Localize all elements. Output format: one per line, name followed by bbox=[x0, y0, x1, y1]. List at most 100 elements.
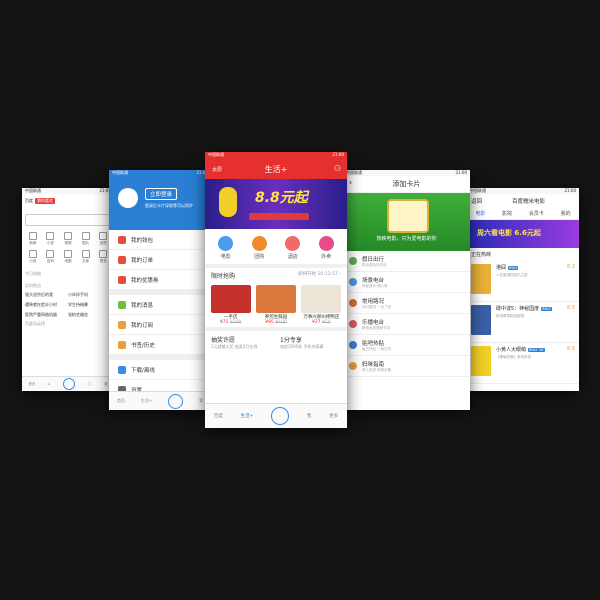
menu-item[interactable]: 我的订单 bbox=[109, 250, 211, 270]
hot-item[interactable]: 学生持械暴 bbox=[68, 302, 111, 308]
deal-item[interactable]: 一手店 ¥75 ¥100 bbox=[210, 285, 251, 325]
mic-icon[interactable] bbox=[63, 378, 76, 390]
film-item[interactable]: 碟中谍5：神秘国度 IMAX 阿汤哥再挑战极限 8.5 bbox=[467, 302, 579, 343]
tab-me[interactable]: 我 bbox=[307, 413, 312, 419]
tab-movies[interactable]: 电影 bbox=[475, 210, 485, 217]
tab-me[interactable]: 我 bbox=[199, 398, 203, 404]
menu-item[interactable]: 我的消息 bbox=[109, 295, 211, 315]
card-option[interactable]: 假日出行 附近游玩好去处 bbox=[343, 251, 470, 272]
card-option[interactable]: 妈咪指南 育儿知识 妈咪必备 bbox=[343, 356, 470, 377]
shortcut-item[interactable]: 小说 bbox=[42, 232, 60, 246]
film-item[interactable]: 小黄人大眼萌 IMAX 3D 《神偷奶爸》系列前传 8.6 bbox=[467, 343, 579, 384]
mic-icon[interactable] bbox=[168, 393, 184, 409]
promo-banner[interactable]: 8.8元起 bbox=[205, 179, 347, 229]
tab-membership[interactable]: 会员卡 bbox=[529, 210, 544, 217]
category-label: 团购 bbox=[254, 254, 265, 260]
category-icon bbox=[285, 236, 301, 251]
card-option[interactable]: 乐播电台 精选优质音频节目 bbox=[343, 314, 470, 335]
tab-me[interactable]: 我 bbox=[104, 382, 108, 387]
login-hint: 登录后卡片导航等可以同步 bbox=[145, 203, 193, 208]
deal-price: ¥27 bbox=[312, 320, 321, 325]
deal-item[interactable]: 万事兴郑州烤鸭店 ¥27 ¥54 bbox=[301, 285, 342, 325]
tab-home[interactable]: 首页 bbox=[28, 382, 35, 387]
menu-item[interactable]: 我的钱包 bbox=[109, 230, 211, 250]
menu-item-label: 我的钱包 bbox=[131, 237, 154, 244]
tab-placeholder[interactable]: ▢ bbox=[88, 382, 91, 386]
avatar[interactable] bbox=[118, 188, 138, 208]
login-button[interactable]: 立即登录 bbox=[145, 188, 178, 200]
tab-placeholder[interactable]: ⌂ bbox=[48, 382, 50, 386]
category-item[interactable]: 外卖 bbox=[318, 236, 334, 260]
status-bar: 中国联通 21:00 bbox=[112, 170, 208, 175]
add-card-header: ‹ 添加卡片 bbox=[343, 176, 470, 193]
hot-title: 实时热点 bbox=[25, 283, 41, 288]
shortcut-item[interactable]: 文库 bbox=[77, 250, 95, 264]
shortcut-item[interactable]: 小说 bbox=[24, 250, 42, 264]
search-input[interactable] bbox=[25, 214, 111, 226]
shortcut-icon bbox=[81, 232, 90, 240]
menu-item[interactable]: 下载/离线 bbox=[109, 360, 211, 380]
hot-item[interactable]: 医院严重网络机器 bbox=[25, 312, 68, 318]
carrier-label: 中国联通 bbox=[25, 188, 41, 193]
category-item[interactable]: 电影 bbox=[218, 236, 234, 260]
film-title: 碟中谍5：神秘国度 bbox=[496, 306, 540, 312]
movie-card-banner[interactable]: 热映电影，只为爱电影的你 bbox=[343, 193, 470, 251]
tab-life[interactable]: 生活+ bbox=[241, 413, 254, 419]
shortcut-item[interactable]: 视频 bbox=[59, 232, 77, 246]
hot-more-link[interactable]: 百度风云榜 bbox=[22, 318, 114, 330]
category-item[interactable]: 酒店 bbox=[285, 236, 301, 260]
deal-image bbox=[301, 285, 342, 313]
card-option[interactable]: 场景电台 场景音乐 随心听 bbox=[343, 272, 470, 293]
card-label: 贴吧热贴 bbox=[362, 340, 385, 347]
card-option[interactable]: 贴吧热贴 每日热贴 一网打尽 bbox=[343, 335, 470, 356]
card-icon bbox=[349, 299, 357, 307]
tab-more[interactable]: 更多 bbox=[329, 413, 338, 419]
deal-item[interactable]: 养鸽生鲜园 ¥85 ¥100 bbox=[255, 285, 296, 325]
shortcut-grid: 新闻 小说 视频 图片 贴吧 小说 百科 地图 文库 更多 bbox=[22, 228, 114, 268]
shortcut-icon bbox=[46, 250, 55, 258]
header-tag[interactable]: 猜你喜欢 bbox=[35, 198, 55, 204]
shortcut-item[interactable]: 图片 bbox=[77, 232, 95, 246]
screen-baidu-home: 中国联通 21:00 百度 猜你喜欢 新闻 小说 视频 图片 贴吧 小说 百科 地… bbox=[22, 188, 114, 391]
category-label: 电影 bbox=[220, 254, 231, 260]
shortcut-item[interactable]: 新闻 bbox=[24, 232, 42, 246]
shortcut-item[interactable]: 百科 bbox=[42, 250, 60, 264]
tab-life[interactable]: 生活+ bbox=[141, 398, 152, 404]
card-option[interactable]: 常用路况 实时路况 一目了然 bbox=[343, 293, 470, 314]
category-item[interactable]: 团购 bbox=[251, 236, 267, 260]
card-label: 假日出行 bbox=[362, 256, 385, 263]
mic-icon[interactable] bbox=[271, 407, 290, 425]
film-poster bbox=[471, 305, 491, 335]
deal-image bbox=[255, 285, 296, 313]
menu-item[interactable]: 我的订阅 bbox=[109, 315, 211, 335]
hot-item[interactable]: 张柏芝婚恋 bbox=[68, 312, 111, 318]
hot-item[interactable]: 强大进京后的我 bbox=[25, 292, 68, 298]
screen-movie: 中国联通 21:00 返回 百度糯米电影 电影 影院 会员卡 我的 周六看电影 6… bbox=[467, 188, 579, 391]
back-icon[interactable]: ‹ bbox=[349, 178, 352, 187]
shortcut-icon bbox=[28, 232, 37, 240]
exclusive-card[interactable]: 1分专享 电信1000毛 手机充赛事 bbox=[280, 335, 341, 350]
profile-header: 中国联通 21:00 立即登录 登录后卡片导航等可以同步 bbox=[109, 170, 211, 230]
banner-text: 热映电影，只为爱电影的你 bbox=[376, 236, 437, 242]
screen-life-plus: 中国联通 21:00 太原 生活+ ⚇ 8.8元起 电影 团购 酒店 外卖 限时抢购 即… bbox=[205, 152, 347, 428]
film-tag: IMAX 3D bbox=[527, 348, 545, 352]
film-item[interactable]: 港囧 IMAX 人在香港的回忆之旅 8.2 bbox=[467, 261, 579, 302]
promo-banner[interactable]: 周六看电影 6.6元起 bbox=[467, 220, 579, 248]
shortcut-item[interactable]: 地图 bbox=[59, 250, 77, 264]
tab-home[interactable]: 首页 bbox=[117, 398, 125, 404]
card-sub: 精选优质音频节目 bbox=[362, 325, 390, 330]
menu-item[interactable]: 书签/历史 bbox=[109, 335, 211, 355]
menu-item[interactable]: 我的优惠券 bbox=[109, 270, 211, 290]
tab-bar: 百度 生活+ 我 更多 bbox=[205, 403, 347, 428]
tab-cinemas[interactable]: 影院 bbox=[502, 210, 512, 217]
lottery-card[interactable]: 抽奖许愿 1元就够大奖 抽奖4月在线 bbox=[211, 335, 272, 350]
card-label: 妈咪指南 bbox=[362, 361, 385, 368]
back-button[interactable]: 返回 bbox=[471, 197, 482, 205]
user-icon[interactable]: ⚇ bbox=[334, 164, 341, 173]
tab-mine[interactable]: 我的 bbox=[561, 210, 571, 217]
hot-item[interactable]: 遭殃就在脸半小时 bbox=[25, 302, 68, 308]
hot-item[interactable]: 小伙伴手机 bbox=[68, 292, 111, 298]
tab-home[interactable]: 百度 bbox=[214, 413, 223, 419]
card-sub: 场景音乐 随心听 bbox=[362, 283, 388, 288]
film-sub: 阿汤哥再挑战极限 bbox=[496, 314, 524, 318]
